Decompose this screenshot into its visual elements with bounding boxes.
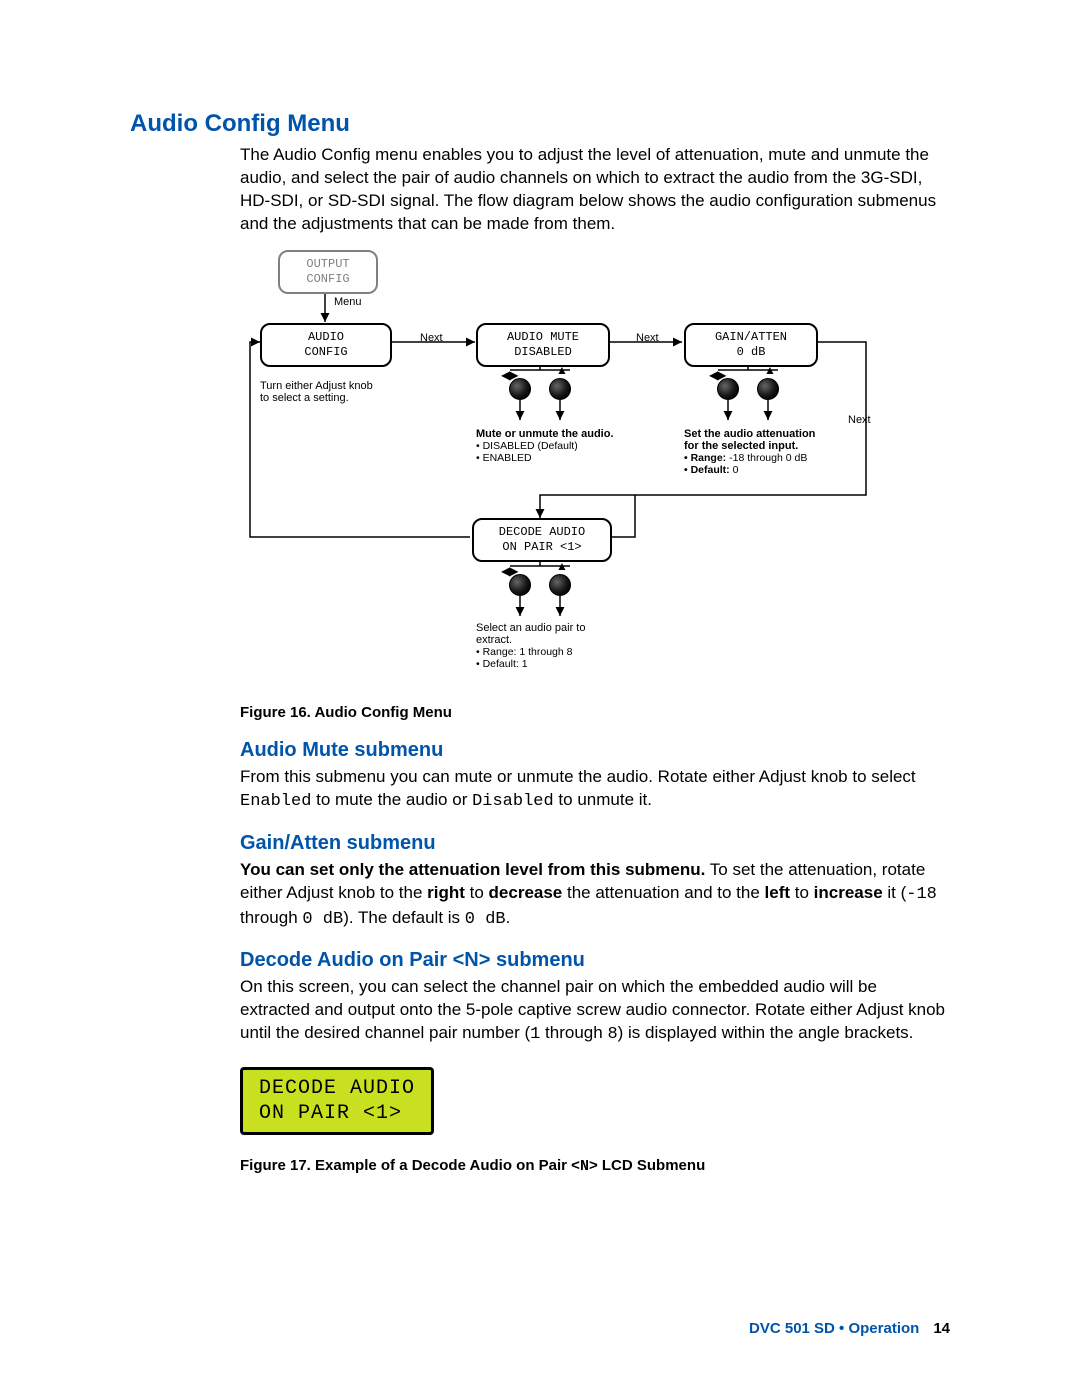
heading-gain-atten-submenu: Gain/Atten submenu: [240, 832, 950, 855]
box-decode-audio: DECODE AUDIOON PAIR <1>: [472, 518, 612, 562]
label-menu: Menu: [334, 296, 362, 308]
figure-16-caption: Figure 16. Audio Config Menu: [240, 704, 950, 721]
heading-decode-audio-submenu: Decode Audio on Pair <N> submenu: [240, 949, 950, 972]
adjust-knob: [509, 574, 531, 596]
box-audio-mute: AUDIO MUTEDISABLED: [476, 323, 610, 367]
heading-audio-mute-submenu: Audio Mute submenu: [240, 739, 950, 762]
audio-mute-paragraph: From this submenu you can mute or unmute…: [240, 766, 950, 814]
label-next-2: Next: [636, 332, 659, 344]
audio-config-diagram: OUTPUTCONFIG Menu AUDIOCONFIG Next AUDIO…: [240, 250, 880, 690]
adjust-knob: [717, 378, 739, 400]
note-mute: Mute or unmute the audio. • DISABLED (De…: [476, 428, 646, 464]
box-audio-config: AUDIOCONFIG: [260, 323, 392, 367]
page-footer: DVC 501 SD • Operation14: [749, 1320, 950, 1337]
adjust-knob: [549, 378, 571, 400]
box-output-config: OUTPUTCONFIG: [278, 250, 378, 294]
lcd-decode-audio: DECODE AUDIOON PAIR <1>: [240, 1067, 434, 1135]
adjust-knob: [549, 574, 571, 596]
note-gain: Set the audio attenuation for the select…: [684, 428, 874, 476]
label-turn-knob: Turn either Adjust knobto select a setti…: [260, 380, 420, 404]
heading-audio-config: Audio Config Menu: [130, 110, 950, 138]
note-pair: Select an audio pair to extract. • Range…: [476, 622, 646, 670]
label-next-3: Next: [848, 414, 871, 426]
decode-paragraph: On this screen, you can select the chann…: [240, 976, 950, 1047]
intro-paragraph: The Audio Config menu enables you to adj…: [240, 144, 950, 236]
figure-17-caption: Figure 17. Example of a Decode Audio on …: [240, 1157, 950, 1175]
gain-atten-paragraph: You can set only the attenuation level f…: [240, 859, 950, 932]
adjust-knob: [509, 378, 531, 400]
box-gain-atten: GAIN/ATTEN0 dB: [684, 323, 818, 367]
label-next-1: Next: [420, 332, 443, 344]
adjust-knob: [757, 378, 779, 400]
